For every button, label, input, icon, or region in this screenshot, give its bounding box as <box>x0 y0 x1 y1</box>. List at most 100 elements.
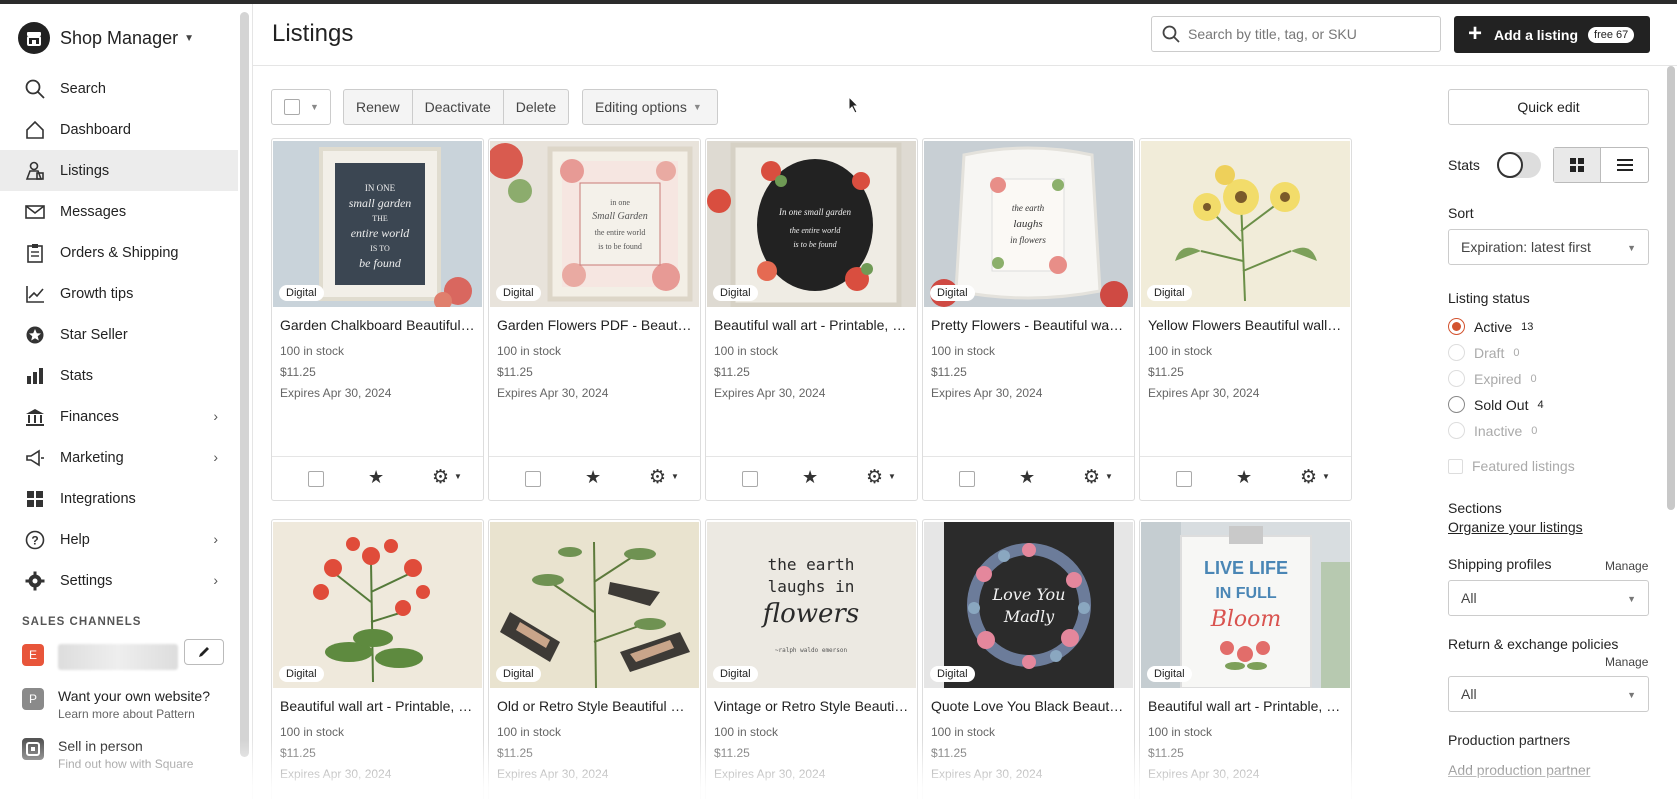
sidebar-item-star-seller[interactable]: Star Seller <box>0 314 238 355</box>
listing-thumbnail[interactable]: LIVE LIFE IN FULL Bloom Digital <box>1141 522 1350 688</box>
add-listing-button[interactable]: + Add a listing free 67 <box>1454 16 1650 53</box>
search-input[interactable] <box>1188 26 1428 42</box>
sidebar-item-help[interactable]: ? Help › <box>0 519 238 560</box>
delete-button[interactable]: Delete <box>504 90 568 124</box>
status-sold-out[interactable]: Sold Out 4 <box>1448 396 1544 413</box>
listing-thumbnail[interactable]: Digital <box>1141 141 1350 307</box>
listing-card[interactable]: In one small garden the entire world is to… <box>705 138 918 501</box>
gear-icon[interactable]: ⚙ <box>866 466 883 489</box>
sidebar-item-label: Integrations <box>60 490 136 507</box>
shipping-profiles-select[interactable]: All ▼ <box>1448 580 1649 616</box>
listing-thumbnail[interactable]: in one Small Garden the entire world is to … <box>490 141 699 307</box>
listing-card[interactable]: Digital Beautiful wall art - Printable, F… <box>271 519 484 799</box>
stats-toggle[interactable] <box>1497 152 1541 178</box>
svg-text:the entire world: the entire world <box>790 226 842 235</box>
shipping-manage-link[interactable]: Manage <box>1605 559 1648 573</box>
channel-etsy[interactable]: E <box>22 644 178 670</box>
listing-checkbox[interactable] <box>959 471 975 487</box>
star-icon[interactable]: ★ <box>1019 467 1035 488</box>
sidebar-item-integrations[interactable]: Integrations <box>0 478 238 519</box>
listing-card[interactable]: Love You Madly Digital Quote Love You Black… <box>922 519 1135 799</box>
star-icon[interactable]: ★ <box>802 467 818 488</box>
sidebar-item-search[interactable]: Search <box>0 68 238 109</box>
gear-icon[interactable]: ⚙ <box>1083 466 1100 489</box>
status-label: Draft <box>1474 344 1505 361</box>
listing-checkbox[interactable] <box>525 471 541 487</box>
star-icon[interactable]: ★ <box>1236 467 1252 488</box>
star-icon[interactable]: ★ <box>368 467 384 488</box>
return-policies-select[interactable]: All ▼ <box>1448 676 1649 712</box>
listing-title[interactable]: Pretty Flowers - Beautiful wall art <box>931 317 1126 333</box>
listing-title[interactable]: Quote Love You Black Beautiful wall art <box>931 698 1126 714</box>
sidebar-item-finances[interactable]: Finances › <box>0 396 238 437</box>
listing-title[interactable]: Yellow Flowers Beautiful wall art <box>1148 317 1343 333</box>
sidebar-item-label: Settings <box>60 572 113 589</box>
listing-checkbox[interactable] <box>742 471 758 487</box>
sidebar-item-messages[interactable]: Messages <box>0 191 238 232</box>
listing-title[interactable]: Old or Retro Style Beautiful wall art <box>497 698 692 714</box>
listing-checkbox[interactable] <box>308 471 324 487</box>
search-box[interactable] <box>1151 16 1441 52</box>
sidebar-item-marketing[interactable]: Marketing › <box>0 437 238 478</box>
listing-thumbnail[interactable]: the earth laughs in flowers Digital <box>924 141 1133 307</box>
edit-channel-button[interactable] <box>184 639 224 665</box>
status-radio <box>1448 422 1465 439</box>
quick-edit-button[interactable]: Quick edit <box>1448 89 1649 125</box>
listing-title[interactable]: Vintage or Retro Style Beautiful wall ar… <box>714 698 909 714</box>
select-all-dropdown[interactable]: ▼ <box>271 89 331 125</box>
deactivate-button[interactable]: Deactivate <box>413 90 504 124</box>
return-manage-link[interactable]: Manage <box>1605 655 1648 669</box>
shop-manager-menu[interactable]: Shop Manager ▼ <box>18 22 194 54</box>
sidebar-item-growth-tips[interactable]: Growth tips <box>0 273 238 314</box>
sidebar-item-listings[interactable]: Listings <box>0 150 238 191</box>
renew-button[interactable]: Renew <box>344 90 413 124</box>
sidebar-scrollbar[interactable] <box>240 12 249 757</box>
select-all-checkbox[interactable] <box>284 99 300 115</box>
sidebar-item-settings[interactable]: Settings › <box>0 560 238 601</box>
listing-title[interactable]: Garden Flowers PDF - Beautiful wall art <box>497 317 692 333</box>
gear-icon[interactable]: ⚙ <box>432 466 449 489</box>
sort-select[interactable]: Expiration: latest first ▼ <box>1448 229 1649 265</box>
sidebar-item-orders-shipping[interactable]: Orders & Shipping <box>0 232 238 273</box>
listing-thumbnail[interactable]: Digital <box>273 522 482 688</box>
listing-thumbnail[interactable]: Love You Madly Digital <box>924 522 1133 688</box>
listing-price: $11.25 <box>931 746 967 760</box>
sidebar-item-stats[interactable]: Stats <box>0 355 238 396</box>
listing-card[interactable]: Digital Old or Retro Style Beautiful wall… <box>488 519 701 799</box>
editing-options-dropdown[interactable]: Editing options ▼ <box>582 89 718 125</box>
listing-thumbnail[interactable]: the earth laughs in flowers ~ralph waldo em… <box>707 522 916 688</box>
listing-title[interactable]: Beautiful wall art - Printable, Live Lif… <box>1148 698 1343 714</box>
listing-thumbnail[interactable]: In one small garden the entire world is to… <box>707 141 916 307</box>
organize-listings-link[interactable]: Organize your listings <box>1448 519 1583 535</box>
listing-thumbnail[interactable]: IN ONE small garden THE entire world IS TO be… <box>273 141 482 307</box>
status-count: 4 <box>1537 398 1544 411</box>
listing-card[interactable]: Digital Yellow Flowers Beautiful wall art… <box>1139 138 1352 501</box>
listing-title[interactable]: Beautiful wall art - Printable, Garden <box>714 317 909 333</box>
status-active[interactable]: Active 13 <box>1448 318 1533 335</box>
sidebar-item-label: Help <box>60 531 90 548</box>
channel-pattern[interactable]: P Want your own website? Learn more abou… <box>22 688 210 721</box>
star-icon[interactable]: ★ <box>585 467 601 488</box>
listing-card[interactable]: in one Small Garden the entire world is to … <box>488 138 701 501</box>
sidebar-item-dashboard[interactable]: Dashboard <box>0 109 238 150</box>
listing-stock: 100 in stock <box>931 725 996 739</box>
listing-card[interactable]: IN ONE small garden THE entire world IS TO be… <box>271 138 484 501</box>
main-scrollbar[interactable] <box>1667 66 1675 510</box>
channel-square[interactable]: Sell in person Find out how with Square <box>22 738 193 771</box>
listing-card[interactable]: LIVE LIFE IN FULL Bloom Digital Beautiful wa… <box>1139 519 1352 799</box>
listing-card[interactable]: the earth laughs in flowers Digital Pretty F… <box>922 138 1135 501</box>
status-radio[interactable] <box>1448 396 1465 413</box>
listing-thumbnail[interactable]: Digital <box>490 522 699 688</box>
gear-icon[interactable]: ⚙ <box>649 466 666 489</box>
status-radio[interactable] <box>1448 318 1465 335</box>
digital-badge: Digital <box>279 666 324 682</box>
listing-title[interactable]: Beautiful wall art - Printable, Flowers <box>280 698 475 714</box>
listing-checkbox[interactable] <box>1176 471 1192 487</box>
add-production-partner-link[interactable]: Add production partner <box>1448 762 1590 778</box>
grid-view-button[interactable] <box>1554 148 1602 182</box>
list-view-button[interactable] <box>1601 148 1648 182</box>
listing-title[interactable]: Garden Chalkboard Beautiful wall art <box>280 317 475 333</box>
gear-icon[interactable]: ⚙ <box>1300 466 1317 489</box>
listing-card[interactable]: the earth laughs in flowers ~ralph waldo em… <box>705 519 918 799</box>
status-inactive: Inactive 0 <box>1448 422 1537 439</box>
